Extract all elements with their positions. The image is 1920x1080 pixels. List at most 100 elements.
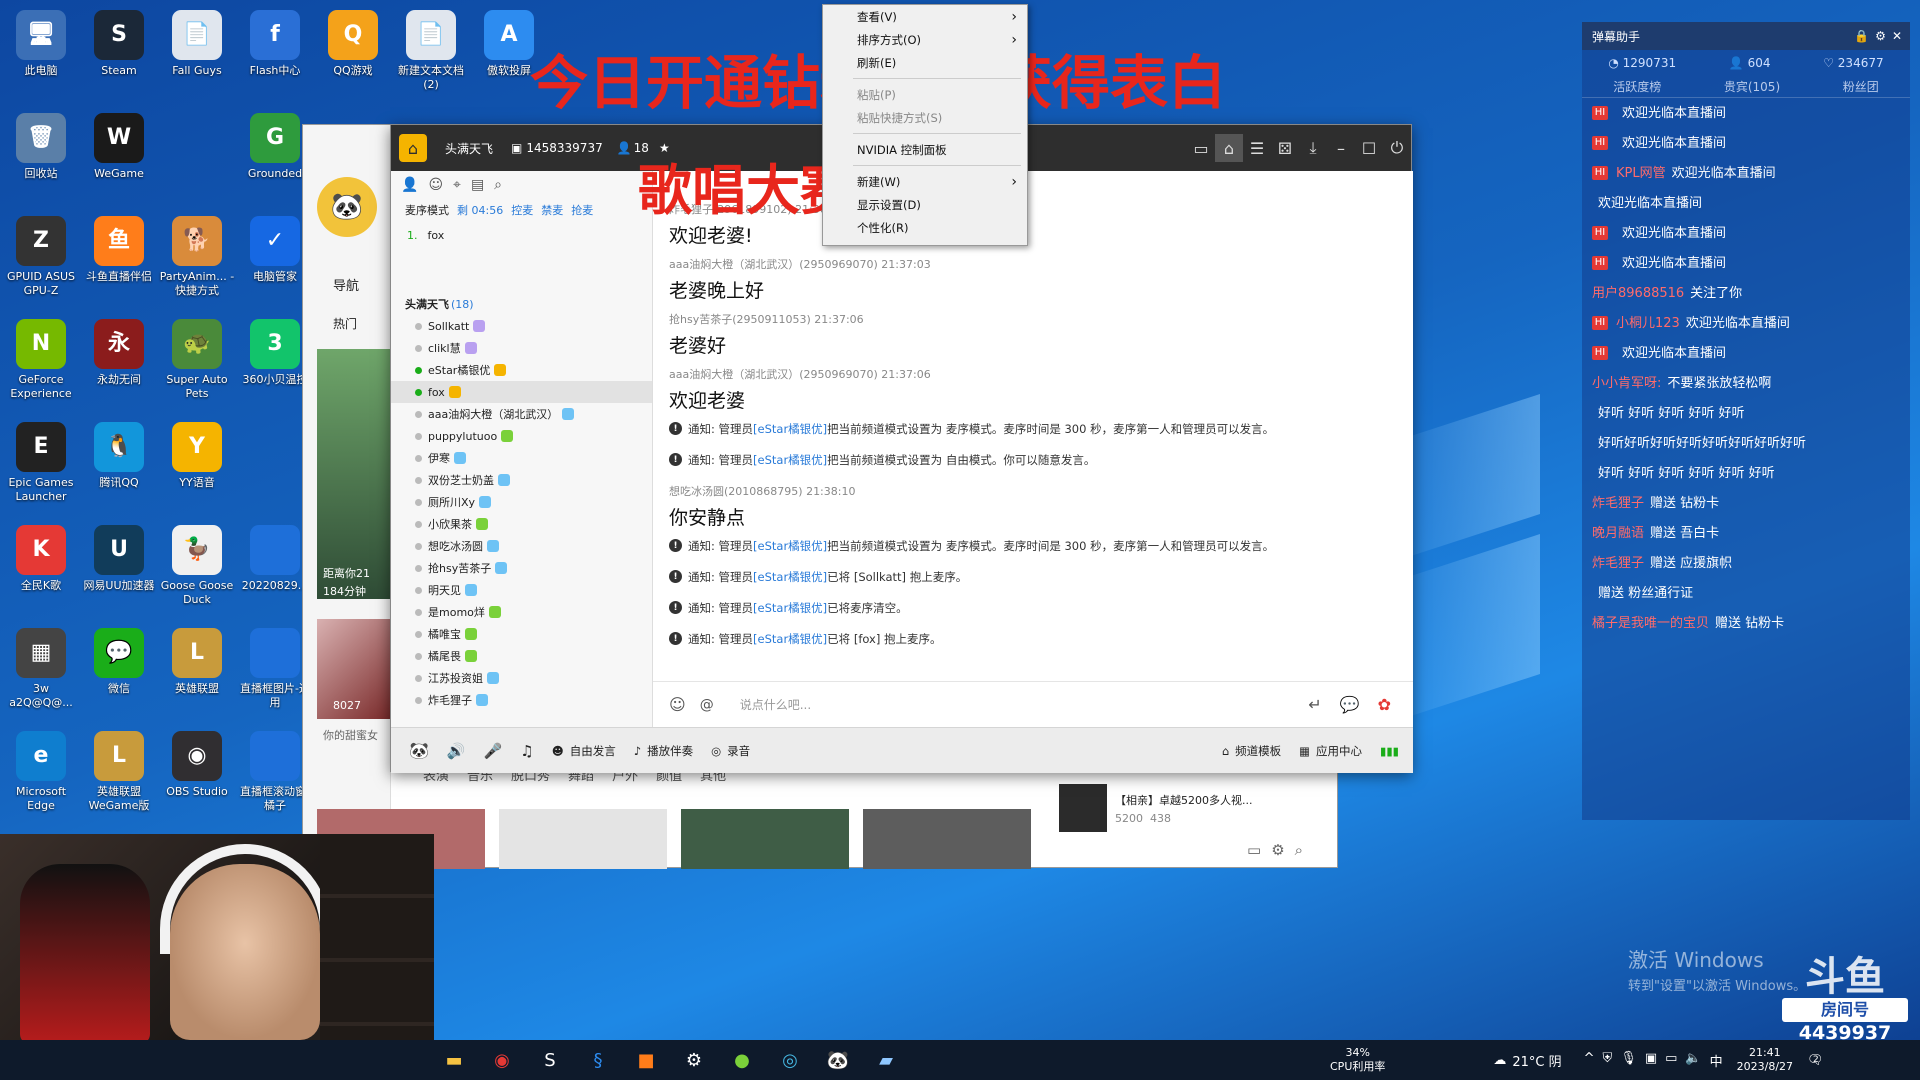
desktop-icon[interactable]: 📄 Fall Guys — [158, 10, 236, 78]
member-row[interactable]: 小欣果茶 — [391, 513, 652, 535]
screen-icon[interactable]: ▭ — [1187, 134, 1215, 162]
gamepad-icon[interactable]: ⚄ — [1271, 134, 1299, 162]
weather[interactable]: ☁ 21°C 阴 — [1493, 1051, 1561, 1070]
list-icon[interactable]: ☰ — [1243, 134, 1271, 162]
ime-indicator[interactable]: 中 — [1710, 1051, 1723, 1070]
desktop-icon[interactable]: Z GPUID ASUS GPU-Z — [2, 216, 80, 298]
context-menu-item[interactable]: 显示设置(D) — [823, 193, 1027, 216]
desktop-icon[interactable]: L 英雄联盟WeGame版 — [80, 731, 158, 813]
desktop-icon[interactable]: ◉ OBS Studio — [158, 731, 236, 799]
context-menu-item[interactable]: 排序方式(O) › — [823, 28, 1027, 51]
member-row[interactable]: 伊寒 — [391, 447, 652, 469]
member-row[interactable]: 双份芝士奶盖 — [391, 469, 652, 491]
tab-fans[interactable]: 粉丝团 — [1843, 78, 1879, 95]
power-icon[interactable]: ⏻ — [1383, 134, 1411, 162]
context-menu-item[interactable]: NVIDIA 控制面板 — [823, 138, 1027, 161]
member-row[interactable]: puppylutuoo — [391, 425, 652, 447]
member-row[interactable]: 抢hsy苦茶子 — [391, 557, 652, 579]
minimize-icon[interactable]: – — [1327, 134, 1355, 162]
desktop-icon[interactable]: 永永劫无间 — [80, 319, 158, 387]
douyu-avatar[interactable]: 🐼 — [317, 177, 377, 237]
network-icon[interactable]: ▭ — [1665, 1051, 1677, 1070]
member-row[interactable]: 江苏投资姐 — [391, 667, 652, 689]
member-row[interactable]: 厕所川Xy — [391, 491, 652, 513]
blue-app-icon[interactable]: § — [574, 1040, 622, 1080]
yy-logo-icon[interactable]: 🐼 — [409, 741, 429, 760]
mode-action[interactable]: 控麦 — [511, 202, 533, 218]
notice-admin-link[interactable]: [eStar橘银优] — [753, 600, 827, 616]
notification-center[interactable]: 🗨 2 — [1807, 1053, 1824, 1068]
emoji-icon[interactable]: ☺ — [669, 695, 686, 714]
desktop-icon[interactable]: 📄 新建文本文档(2) — [392, 10, 470, 92]
gear-icon[interactable]: ⚙ — [1875, 29, 1886, 43]
steam-icon[interactable]: S — [526, 1040, 574, 1080]
douyu-hot-label[interactable]: 热门 — [333, 315, 357, 332]
desktop-icon[interactable]: 鱼斗鱼直播伴侣 — [80, 216, 158, 284]
settings-icon[interactable]: ⚙ — [670, 1040, 718, 1080]
promo-card[interactable]: 【相亲】卓越5200多人视... 5200 438 — [1059, 781, 1329, 835]
play-music-button[interactable]: ♪ 播放伴奏 — [634, 743, 693, 759]
member-row[interactable]: aaa油焖大橙（湖北武汉） — [391, 403, 652, 425]
stream-card[interactable] — [863, 809, 1031, 869]
video-icon[interactable]: ▭ — [1247, 841, 1261, 859]
free-speech-button[interactable]: ☻ 自由发言 — [552, 743, 616, 759]
notice-admin-link[interactable]: [eStar橘银优] — [753, 538, 827, 554]
member-row[interactable]: Sollkatt — [391, 315, 652, 337]
desktop-icon[interactable]: 🐢 Super Auto Pets — [158, 319, 236, 401]
at-icon[interactable]: @ — [700, 697, 714, 713]
desktop-icon[interactable]: K 全民K歌 — [2, 525, 80, 593]
notice-admin-link[interactable]: [eStar橘银优] — [753, 421, 827, 437]
orange-app-icon[interactable]: ■ — [622, 1040, 670, 1080]
volume-icon[interactable]: 🔈 — [1685, 1051, 1701, 1070]
desktop-icon[interactable]: Q QQ游戏 — [314, 10, 392, 78]
face-icon[interactable]: ☺ — [428, 177, 443, 193]
notice-admin-link[interactable]: [eStar橘银优] — [753, 569, 827, 585]
member-row[interactable]: fox — [391, 381, 652, 403]
explorer-icon[interactable]: ▬ — [430, 1040, 478, 1080]
speaker-icon[interactable]: 🔊 — [447, 742, 466, 760]
mode-action[interactable]: 抢麦 — [571, 202, 593, 218]
tab-activity[interactable]: 活跃度榜 — [1613, 78, 1661, 95]
chevron-up-icon[interactable]: ^ — [1584, 1051, 1595, 1070]
member-row[interactable]: 橘尾畏 — [391, 645, 652, 667]
desktop-icon[interactable]: Y YY语音 — [158, 422, 236, 490]
home-icon[interactable]: ⌂ — [399, 134, 427, 162]
context-menu-item[interactable]: 个性化(R) — [823, 216, 1027, 239]
desktop-icon[interactable]: 🦆 Goose Goose Duck — [158, 525, 236, 607]
notice-admin-link[interactable]: [eStar橘银优] — [753, 631, 827, 647]
mode-select[interactable]: 麦序模式 — [405, 202, 449, 218]
mic-icon[interactable]: 🎤 — [484, 742, 503, 760]
close-icon[interactable]: ✕ — [1892, 29, 1902, 43]
member-row[interactable]: 明天见 — [391, 579, 652, 601]
green-app-icon[interactable]: ● — [718, 1040, 766, 1080]
chrome-icon[interactable]: ◉ — [478, 1040, 526, 1080]
context-menu-item[interactable]: 刷新(E) — [823, 51, 1027, 74]
member-row[interactable]: clikl慧 — [391, 337, 652, 359]
lock-icon[interactable]: 🔒 — [1854, 29, 1869, 43]
uu-icon[interactable]: ◎ — [766, 1040, 814, 1080]
member-row[interactable]: eStar橘银优 — [391, 359, 652, 381]
group-header[interactable]: 头满天飞 (18) — [391, 293, 652, 315]
equalizer-icon[interactable]: ♫ — [520, 742, 533, 760]
settings-icon[interactable]: ⚙ — [1271, 841, 1284, 859]
queue-item[interactable]: 1. fox — [391, 221, 652, 249]
desktop-icon[interactable]: 💬 微信 — [80, 628, 158, 696]
desktop-icon[interactable]: E Epic Games Launcher — [2, 422, 80, 504]
mic-tray-icon[interactable]: 🎙 — [1620, 1051, 1637, 1070]
search-icon[interactable]: ⌕ — [1295, 841, 1303, 859]
stream-thumb[interactable] — [317, 349, 391, 599]
template-button[interactable]: ⌂ 频道模板 — [1222, 743, 1281, 759]
desktop-icon[interactable]: 🖥 此电脑 — [2, 10, 80, 78]
desktop-icon[interactable]: W WeGame — [80, 113, 158, 181]
desktop-icon[interactable]: N GeForce Experience — [2, 319, 80, 401]
desktop-icon[interactable]: e Microsoft Edge — [2, 731, 80, 813]
shield-icon[interactable]: ⛨ — [1603, 1051, 1613, 1070]
notice-admin-link[interactable]: [eStar橘银优] — [753, 452, 827, 468]
pin-icon[interactable]: ⌖ — [453, 177, 461, 193]
clock[interactable]: 21:41 2023/8/27 — [1737, 1046, 1793, 1074]
board-icon[interactable]: ▤ — [471, 177, 484, 193]
desktop-icon[interactable]: ▦ 3w a2Q@Q@... — [2, 628, 80, 710]
context-menu-item[interactable]: 查看(V) › — [823, 5, 1027, 28]
chat-input[interactable]: 说点什么吧... — [740, 696, 1309, 713]
desktop-icon[interactable]: U 网易UU加速器 — [80, 525, 158, 593]
